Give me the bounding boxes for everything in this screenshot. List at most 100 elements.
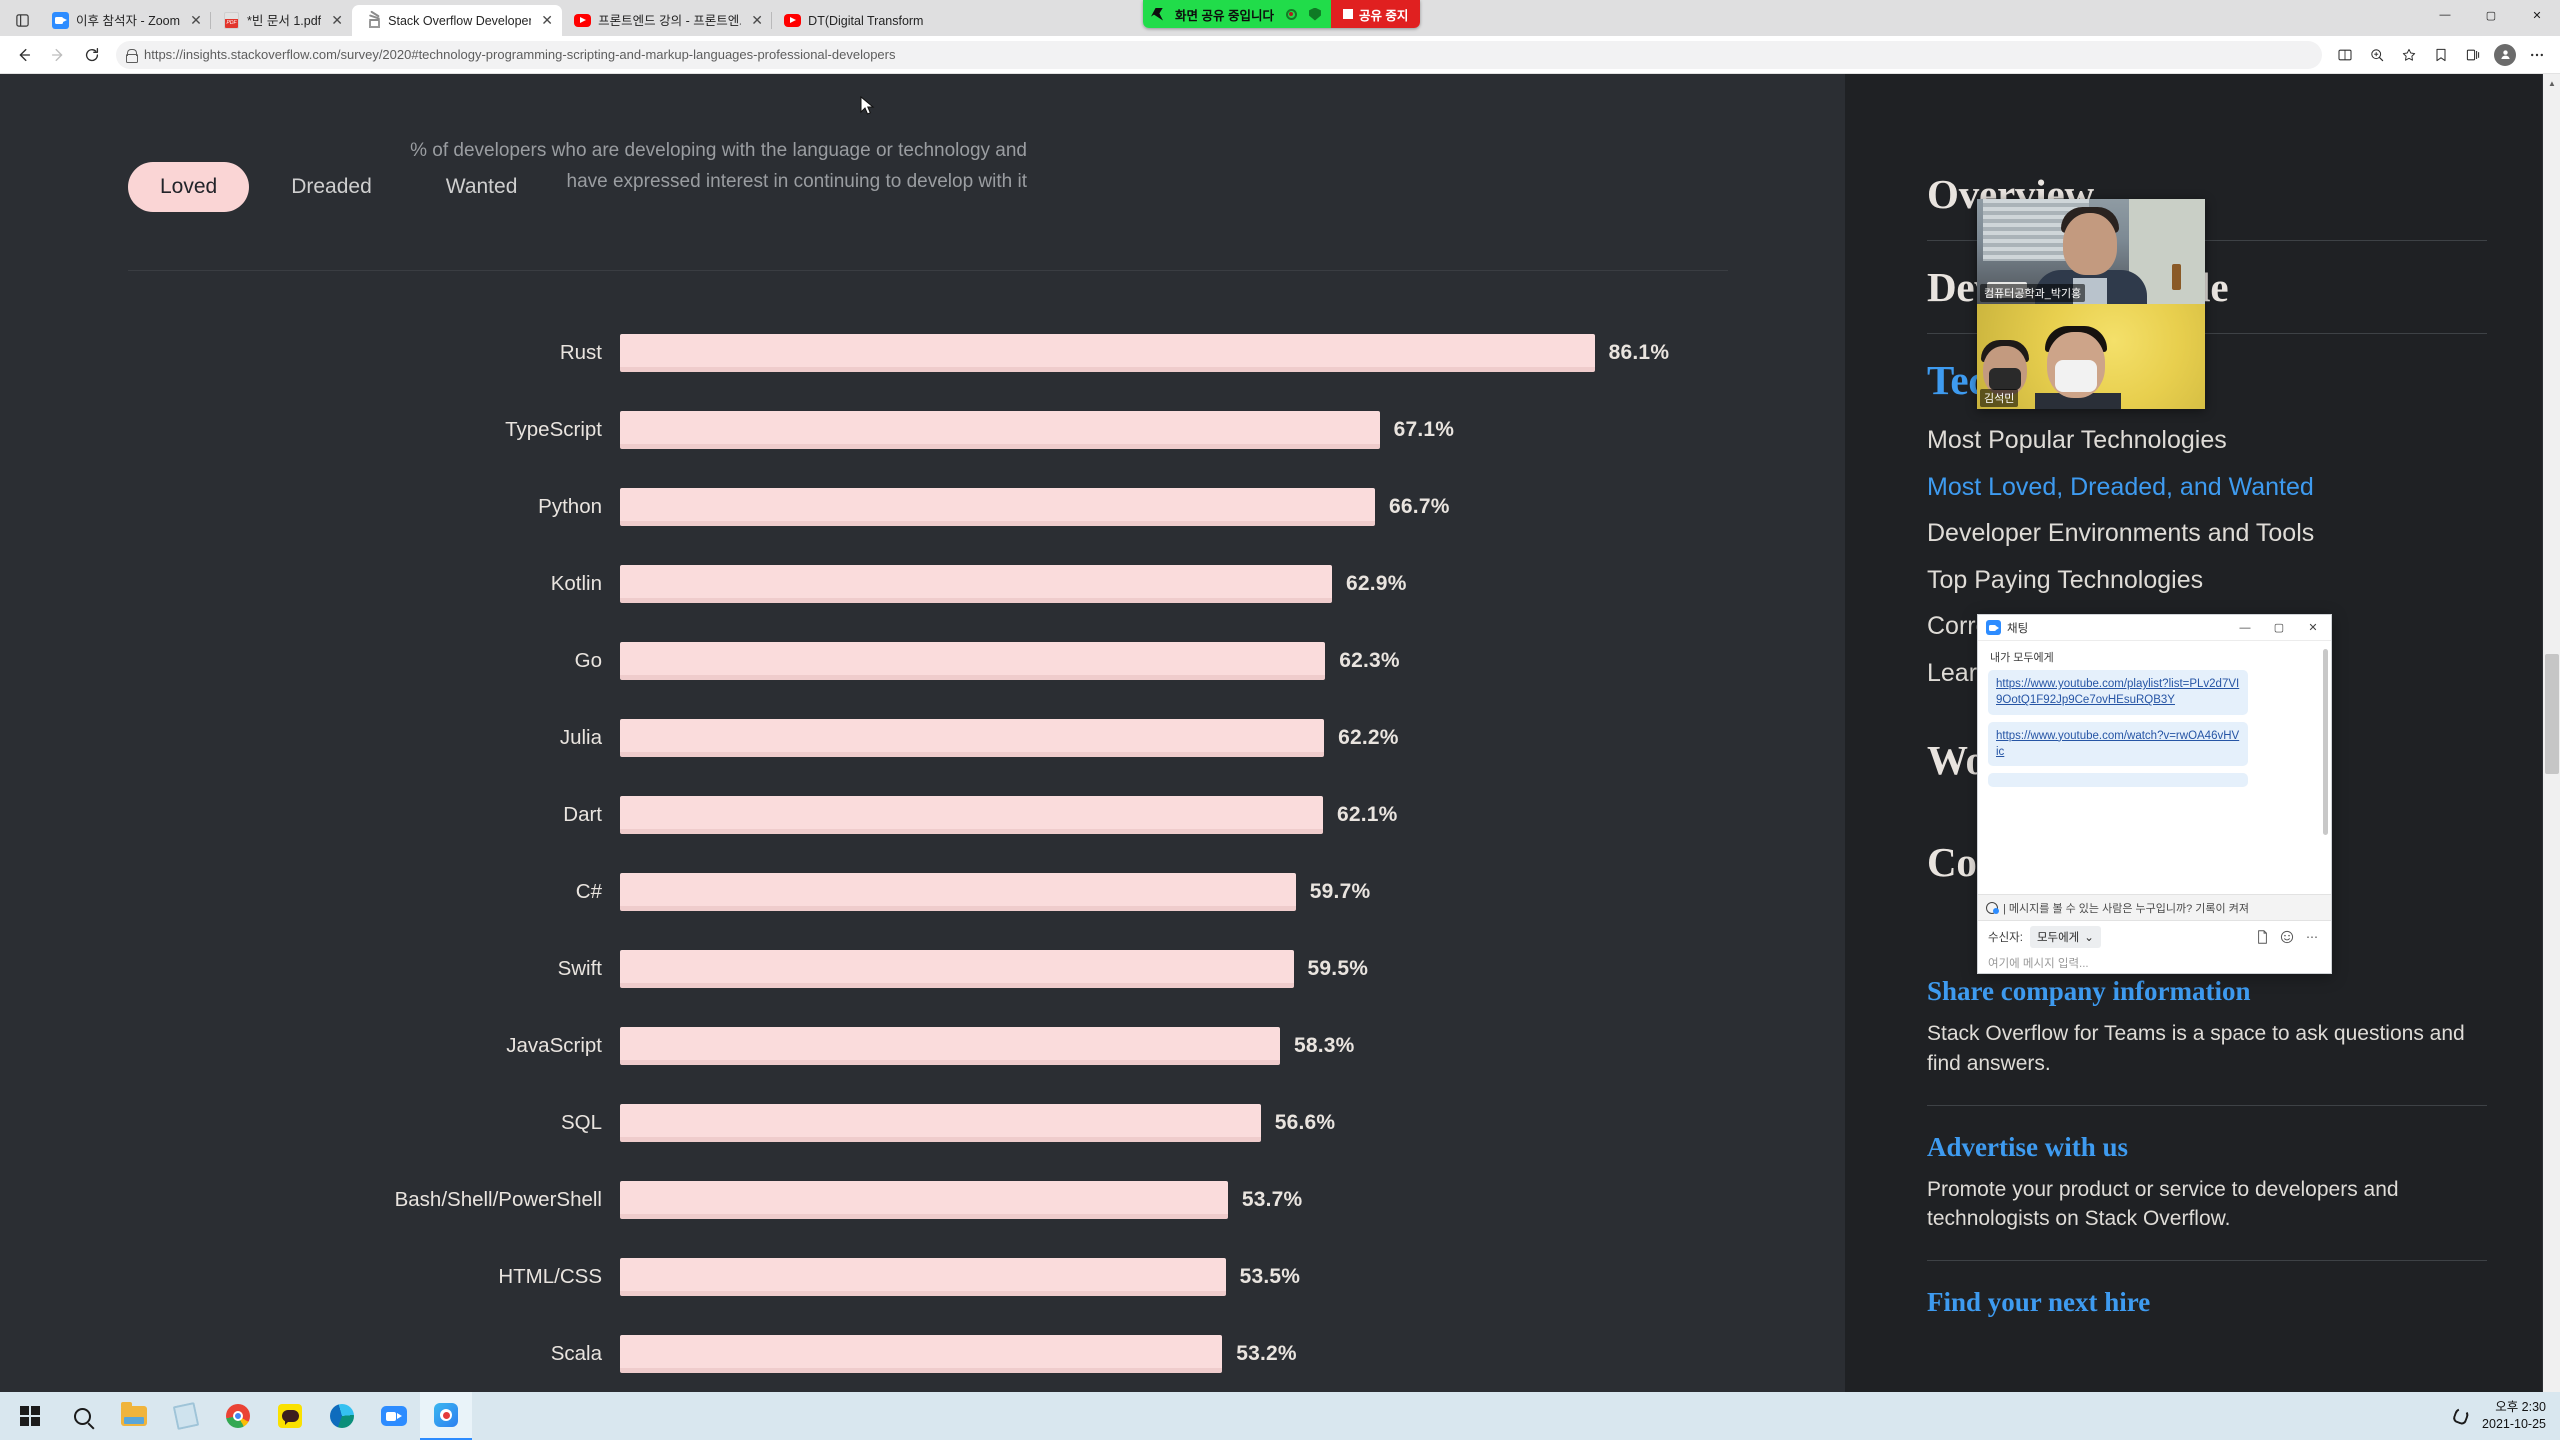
chart-bar[interactable] bbox=[620, 1257, 1226, 1296]
sidebar-link-most-loved-dreaded-wanted[interactable]: Most Loved, Dreaded, and Wanted bbox=[1927, 469, 2487, 507]
chart-bar-value: 56.6% bbox=[1274, 1110, 1336, 1134]
clip-icon[interactable] bbox=[2451, 1406, 2471, 1426]
chart-bar[interactable] bbox=[620, 718, 1325, 757]
browser-tab-pdf[interactable]: *빈 문서 1.pdf ✕ bbox=[210, 5, 352, 36]
more-options-icon[interactable]: ⋯ bbox=[2303, 928, 2321, 946]
file-icon[interactable] bbox=[2253, 928, 2271, 946]
favorites-icon[interactable] bbox=[2426, 40, 2456, 70]
chart-bar-row: HTML/CSS 53.5% bbox=[0, 1238, 1740, 1315]
chat-message-list[interactable]: 내가 모두에게 https://www.youtube.com/playlist… bbox=[1978, 641, 2331, 894]
promo-title-find-your-next-hire[interactable]: Find your next hire bbox=[1927, 1287, 2487, 1318]
kakaotalk-button[interactable] bbox=[264, 1392, 316, 1440]
participant-name: 컴퓨터공학과_박기홍 bbox=[1980, 284, 2086, 302]
minimize-button[interactable]: — bbox=[2422, 0, 2468, 30]
recorder-button[interactable] bbox=[420, 1392, 472, 1440]
chat-message-bubble-partial[interactable] bbox=[1988, 773, 2248, 788]
scrollbar-thumb[interactable] bbox=[2545, 654, 2559, 774]
zoom-button[interactable] bbox=[368, 1392, 420, 1440]
chart-bar[interactable] bbox=[620, 1334, 1223, 1373]
start-button[interactable] bbox=[4, 1392, 56, 1440]
chat-link[interactable]: https://www.youtube.com/watch?v=rwOA46vH… bbox=[1996, 728, 2240, 761]
browser-tab-dt[interactable]: DT(Digital Transform bbox=[771, 5, 929, 36]
page-viewport: Loved Dreaded Wanted % of developers who… bbox=[0, 74, 2560, 1440]
chart-bar-value: 53.7% bbox=[1241, 1187, 1303, 1211]
close-window-button[interactable]: ✕ bbox=[2514, 0, 2560, 30]
chart-bar-row: JavaScript 58.3% bbox=[0, 1007, 1740, 1084]
edge-button[interactable] bbox=[316, 1392, 368, 1440]
chart-bar[interactable] bbox=[620, 333, 1595, 372]
maximize-button[interactable]: ▢ bbox=[2265, 616, 2293, 640]
zoom-video-tile[interactable]: 컴퓨터공학과_박기홍 bbox=[1977, 199, 2205, 304]
chart-bar[interactable] bbox=[620, 795, 1323, 834]
chart-bar[interactable] bbox=[620, 641, 1326, 680]
tab-dreaded[interactable]: Dreaded bbox=[259, 162, 404, 212]
stop-share-button[interactable]: 공유 중지 bbox=[1330, 0, 1421, 28]
youtube-icon bbox=[784, 12, 802, 29]
shield-icon[interactable] bbox=[1308, 7, 1321, 21]
forward-icon[interactable] bbox=[42, 39, 74, 71]
browser-tab-stackoverflow[interactable]: Stack Overflow Developer Survey ✕ bbox=[352, 5, 563, 36]
zoom-video-tile[interactable]: 김석민 bbox=[1977, 304, 2205, 409]
chart-bar[interactable] bbox=[620, 949, 1294, 988]
record-dot-icon[interactable] bbox=[1285, 8, 1297, 20]
reading-mode-icon[interactable] bbox=[2330, 40, 2360, 70]
taskbar-clock[interactable]: 오후 2:30 2021-10-25 bbox=[2482, 1399, 2546, 1433]
tab-list-icon[interactable] bbox=[4, 4, 40, 36]
browser-tab-frontend-lecture[interactable]: 프론트엔드 강의 - 프론트엔드 가 ✕ bbox=[562, 5, 772, 36]
sidebar-link-developer-environments-and-tools[interactable]: Developer Environments and Tools bbox=[1927, 515, 2487, 553]
profile-avatar-icon[interactable] bbox=[2490, 40, 2520, 70]
chart-bar[interactable] bbox=[620, 1026, 1280, 1065]
collections-icon[interactable] bbox=[2458, 40, 2488, 70]
promo-title-share-company-information[interactable]: Share company information bbox=[1927, 976, 2487, 1007]
scroll-up-arrow-icon[interactable]: ▲ bbox=[2545, 76, 2559, 90]
zoom-chat-window[interactable]: 채팅 — ▢ ✕ 내가 모두에게 https://www.youtube.com… bbox=[1977, 614, 2332, 974]
minimize-button[interactable]: — bbox=[2231, 616, 2259, 640]
favorite-star-icon[interactable] bbox=[2394, 40, 2424, 70]
chart-bar-wrapper: 86.1% bbox=[620, 333, 1740, 372]
chrome-button[interactable] bbox=[212, 1392, 264, 1440]
section-divider bbox=[128, 270, 1728, 271]
chart-bar[interactable] bbox=[620, 872, 1296, 911]
page-scrollbar[interactable]: ▲ ▼ bbox=[2543, 74, 2560, 1440]
close-icon[interactable]: ✕ bbox=[328, 12, 346, 30]
chart-bar[interactable] bbox=[620, 1180, 1228, 1219]
close-button[interactable]: ✕ bbox=[2299, 616, 2327, 640]
lock-icon bbox=[126, 48, 138, 63]
chat-recipient-select[interactable]: 모두에게 ⌄ bbox=[2029, 926, 2101, 948]
maximize-button[interactable]: ▢ bbox=[2468, 0, 2514, 30]
zoom-video-panel[interactable]: 컴퓨터공학과_박기홍 김석민 bbox=[1977, 199, 2205, 409]
file-explorer-button[interactable] bbox=[108, 1392, 160, 1440]
chart-bar-label: Swift bbox=[557, 956, 602, 980]
chat-link[interactable]: https://www.youtube.com/playlist?list=PL… bbox=[1996, 676, 2240, 709]
sidebar-link-top-paying-technologies[interactable]: Top Paying Technologies bbox=[1927, 562, 2487, 600]
tab-loved[interactable]: Loved bbox=[128, 162, 250, 212]
promo-body-share-company-information: Stack Overflow for Teams is a space to a… bbox=[1927, 1022, 2465, 1075]
close-icon[interactable]: ✕ bbox=[187, 12, 205, 30]
chart-bar[interactable] bbox=[620, 564, 1333, 603]
chat-message-bubble[interactable]: https://www.youtube.com/watch?v=rwOA46vH… bbox=[1988, 721, 2248, 767]
back-icon[interactable] bbox=[8, 39, 40, 71]
close-icon[interactable]: ✕ bbox=[748, 12, 766, 30]
stackoverflow-icon bbox=[364, 10, 381, 29]
address-bar[interactable]: https://insights.stackoverflow.com/surve… bbox=[116, 40, 2322, 69]
emoji-icon[interactable] bbox=[2278, 928, 2296, 946]
screen-share-status[interactable]: 화면 공유 중입니다 bbox=[1143, 0, 1331, 28]
browser-tab-zoom[interactable]: 이후 참석자 - Zoom ✕ bbox=[40, 5, 211, 36]
zoom-in-icon[interactable] bbox=[2362, 40, 2392, 70]
promo-title-advertise-with-us[interactable]: Advertise with us bbox=[1927, 1132, 2487, 1163]
chart-bar[interactable] bbox=[620, 410, 1380, 449]
chart-bar-row: Rust 86.1% bbox=[0, 314, 1740, 391]
reload-icon[interactable] bbox=[76, 39, 108, 71]
close-icon[interactable]: ✕ bbox=[538, 12, 556, 30]
chat-scrollbar-thumb[interactable] bbox=[2323, 649, 2328, 835]
chat-window-title: 채팅 bbox=[2007, 622, 2029, 635]
search-button[interactable] bbox=[56, 1392, 108, 1440]
chat-message-bubble[interactable]: https://www.youtube.com/playlist?list=PL… bbox=[1988, 670, 2248, 715]
browser-window: 이후 참석자 - Zoom ✕ *빈 문서 1.pdf ✕ Stack Over… bbox=[0, 0, 2560, 1440]
chart-bar[interactable] bbox=[620, 487, 1376, 526]
chart-bar[interactable] bbox=[620, 1103, 1261, 1142]
sidebar-link-most-popular-technologies[interactable]: Most Popular Technologies bbox=[1927, 422, 2487, 460]
settings-more-icon[interactable] bbox=[2522, 40, 2552, 70]
chat-input[interactable]: 여기에 메시지 입력... bbox=[1978, 953, 2331, 973]
notepad-button[interactable] bbox=[160, 1392, 212, 1440]
